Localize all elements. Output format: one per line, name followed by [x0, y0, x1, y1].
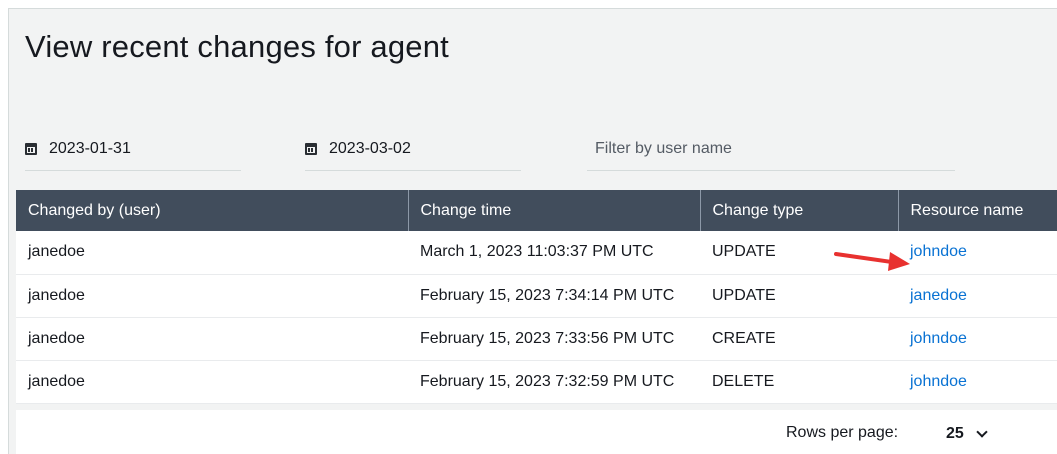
- column-header-change-time[interactable]: Change time: [408, 190, 701, 231]
- changed-by-cell: janedoe: [16, 274, 408, 318]
- table-row: janedoe February 15, 2023 7:33:56 PM UTC…: [16, 317, 1057, 361]
- changed-by-cell: janedoe: [16, 231, 408, 275]
- change-type-cell: CREATE: [700, 317, 898, 361]
- resource-name-cell: janedoe: [898, 274, 1057, 318]
- calendar-icon: [25, 142, 37, 155]
- changed-by-cell: janedoe: [16, 360, 408, 404]
- start-date-value: 2023-01-31: [49, 139, 131, 157]
- change-type-cell: UPDATE: [700, 274, 898, 318]
- user-filter-field[interactable]: [587, 127, 955, 171]
- rows-per-page-label: Rows per page:: [786, 424, 899, 441]
- change-time-cell: March 1, 2023 11:03:37 PM UTC: [408, 231, 700, 275]
- column-header-changed-by[interactable]: Changed by (user): [16, 190, 409, 231]
- resource-name-cell: johndoe: [898, 360, 1057, 404]
- table-footer: Rows per page: 25: [16, 410, 1057, 454]
- resource-name-link[interactable]: johndoe: [910, 330, 967, 347]
- resource-name-link[interactable]: johndoe: [910, 243, 967, 260]
- calendar-icon: [305, 142, 317, 155]
- user-filter-input[interactable]: [595, 139, 955, 158]
- changed-by-cell: janedoe: [16, 317, 408, 361]
- resource-name-cell: johndoe: [898, 317, 1057, 361]
- table-row: janedoe February 15, 2023 7:34:14 PM UTC…: [16, 274, 1057, 318]
- table-header-row: Changed by (user) Change time Change typ…: [16, 190, 1057, 231]
- change-type-cell: DELETE: [700, 360, 898, 404]
- change-time-cell: February 15, 2023 7:34:14 PM UTC: [408, 274, 700, 318]
- changes-table: Changed by (user) Change time Change typ…: [16, 190, 1057, 404]
- column-header-resource-name[interactable]: Resource name: [898, 190, 1057, 231]
- resource-name-link[interactable]: janedoe: [910, 287, 967, 304]
- end-date-picker[interactable]: 2023-03-02: [305, 127, 521, 171]
- change-time-cell: February 15, 2023 7:32:59 PM UTC: [408, 360, 700, 404]
- table-row: janedoe February 15, 2023 7:32:59 PM UTC…: [16, 360, 1057, 404]
- rows-per-page-value: 25: [946, 425, 964, 442]
- red-arrow-icon: [834, 252, 910, 271]
- start-date-picker[interactable]: 2023-01-31: [25, 127, 241, 171]
- column-header-change-type[interactable]: Change type: [700, 190, 899, 231]
- end-date-value: 2023-03-02: [329, 139, 411, 157]
- resource-name-cell: johndoe: [898, 231, 1057, 275]
- page-title: View recent changes for agent: [25, 29, 449, 64]
- rows-per-page-select[interactable]: 25: [946, 420, 988, 448]
- change-time-cell: February 15, 2023 7:33:56 PM UTC: [408, 317, 700, 361]
- chevron-down-icon: [976, 426, 988, 438]
- resource-name-link[interactable]: johndoe: [910, 373, 967, 390]
